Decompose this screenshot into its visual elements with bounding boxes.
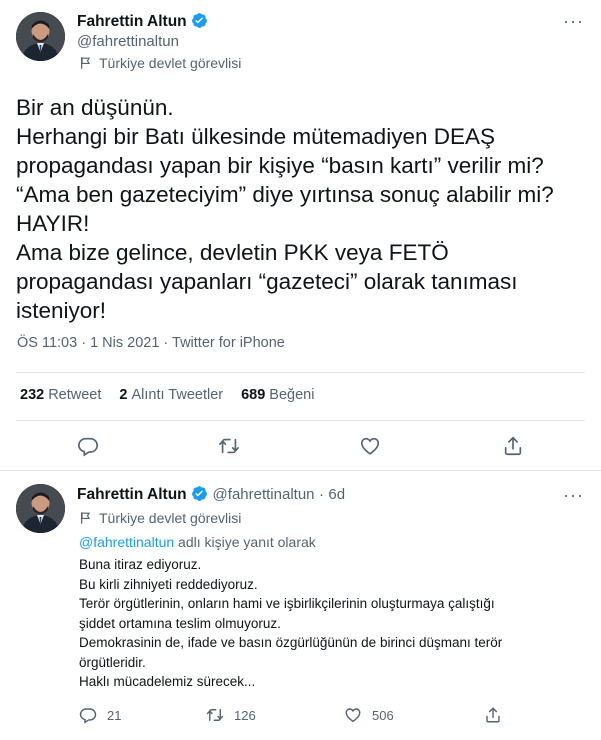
main-text-line: “Ama ben gazeteciyim” diye yırtınsa sonu… <box>16 182 554 207</box>
retweets-count: 232 <box>20 387 45 403</box>
replying-to-link[interactable]: @fahrettinaltun <box>79 534 174 550</box>
quotes-stat[interactable]: 2 Alıntı Tweetler <box>119 387 223 403</box>
share-icon <box>484 706 502 724</box>
reply-reply-count: 21 <box>107 707 122 723</box>
likes-count: 689 <box>241 387 266 403</box>
reply-like-button[interactable]: 506 <box>344 706 394 724</box>
reply-icon[interactable] <box>77 435 99 457</box>
reply-text-line: şiddet ortamına teslim olmuyoruz. <box>79 615 281 631</box>
reply-more-icon[interactable]: ··· <box>563 486 584 504</box>
retweets-label: Retweet <box>48 387 102 403</box>
reply-text-line: Demokrasinin de, ifade ve basın özgürlüğ… <box>79 635 503 650</box>
reply-age[interactable]: 6d <box>328 486 345 503</box>
reply-text-line: Bu kirli zihniyeti reddediyoruz. <box>79 576 258 592</box>
share-icon[interactable] <box>502 435 524 457</box>
flag-icon <box>79 511 93 525</box>
reply-author-name[interactable]: Fahrettin Altun <box>77 486 187 503</box>
reply-separator: · <box>318 486 324 503</box>
reply-retweet-button[interactable]: 126 <box>206 706 256 724</box>
reply-share-button[interactable] <box>484 706 502 724</box>
divider <box>16 372 585 373</box>
reply-text-line: Buna itiraz ediyoruz. <box>79 557 202 572</box>
reply-account-label-text: Türkiye devlet görevlisi <box>99 510 242 526</box>
retweet-icon <box>206 706 224 724</box>
main-tweet-text: Bir an düşünün. Herhangi bir Batı ülkesi… <box>16 93 588 325</box>
main-action-bar <box>0 425 601 467</box>
like-icon <box>344 706 362 724</box>
reply-text-line: Terör örgütlerinin, onların hami ve işbi… <box>79 596 495 611</box>
main-timestamp[interactable]: ÖS 11:03 · 1 Nis 2021 · Twitter for iPho… <box>17 335 285 351</box>
flag-icon <box>79 56 93 70</box>
retweets-stat[interactable]: 232 Retweet <box>20 387 101 403</box>
reply-reply-button[interactable]: 21 <box>79 706 121 724</box>
main-text-line: HAYIR! <box>16 211 90 236</box>
reply-author-handle[interactable]: @fahrettinaltun <box>213 486 315 503</box>
reply-retweet-count: 126 <box>234 707 256 723</box>
main-author-row: Fahrettin Altun <box>77 12 208 31</box>
divider <box>0 470 601 471</box>
reply-text-line: örgütleridir. <box>79 654 146 670</box>
reply-avatar[interactable] <box>16 484 65 533</box>
main-author-handle[interactable]: @fahrettinaltun <box>77 33 179 50</box>
main-more-icon[interactable]: ··· <box>563 12 584 30</box>
quotes-label: Alıntı Tweetler <box>131 387 224 403</box>
main-text-line: Ama bize gelince, devletin PKK veya FETÖ <box>16 240 449 265</box>
quotes-count: 2 <box>119 387 128 403</box>
retweet-icon[interactable] <box>218 435 240 457</box>
main-stats-row: 232 Retweet 2 Alıntı Tweetler 689 Beğeni <box>20 387 314 403</box>
replying-to-suffix: adlı kişiye yanıt olarak <box>178 534 316 550</box>
main-text-line: Bir an düşünün. <box>16 95 174 120</box>
reply-text-line: Haklı mücadelemiz sürecek... <box>79 674 256 689</box>
main-text-line: isteniyor! <box>16 298 107 323</box>
divider <box>16 420 585 421</box>
main-text-line: propagandası yapanları “gazeteci” olarak… <box>16 269 518 294</box>
main-text-line: Herhangi bir Batı ülkesinde mütemadiyen … <box>16 124 495 149</box>
likes-label: Beğeni <box>269 387 315 403</box>
reply-like-count: 506 <box>372 707 394 723</box>
reply-icon <box>79 706 97 724</box>
verified-badge-icon <box>191 485 208 502</box>
likes-stat[interactable]: 689 Beğeni <box>241 387 314 403</box>
main-avatar[interactable] <box>16 12 65 61</box>
like-icon[interactable] <box>359 435 381 457</box>
reply-author-row: Fahrettin Altun @fahrettinaltun · 6d <box>77 485 345 504</box>
replying-to: @fahrettinaltun adlı kişiye yanıt olarak <box>79 534 316 550</box>
main-author-name[interactable]: Fahrettin Altun <box>77 13 187 30</box>
main-account-label: Türkiye devlet görevlisi <box>79 55 241 71</box>
main-account-label-text: Türkiye devlet görevlisi <box>99 55 242 71</box>
verified-badge-icon <box>191 12 208 29</box>
reply-tweet-text: Buna itiraz ediyoruz. Bu kirli zihniyeti… <box>79 555 584 692</box>
reply-account-label: Türkiye devlet görevlisi <box>79 510 241 526</box>
main-text-line: propagandası yapan bir kişiye “basın kar… <box>16 153 544 178</box>
